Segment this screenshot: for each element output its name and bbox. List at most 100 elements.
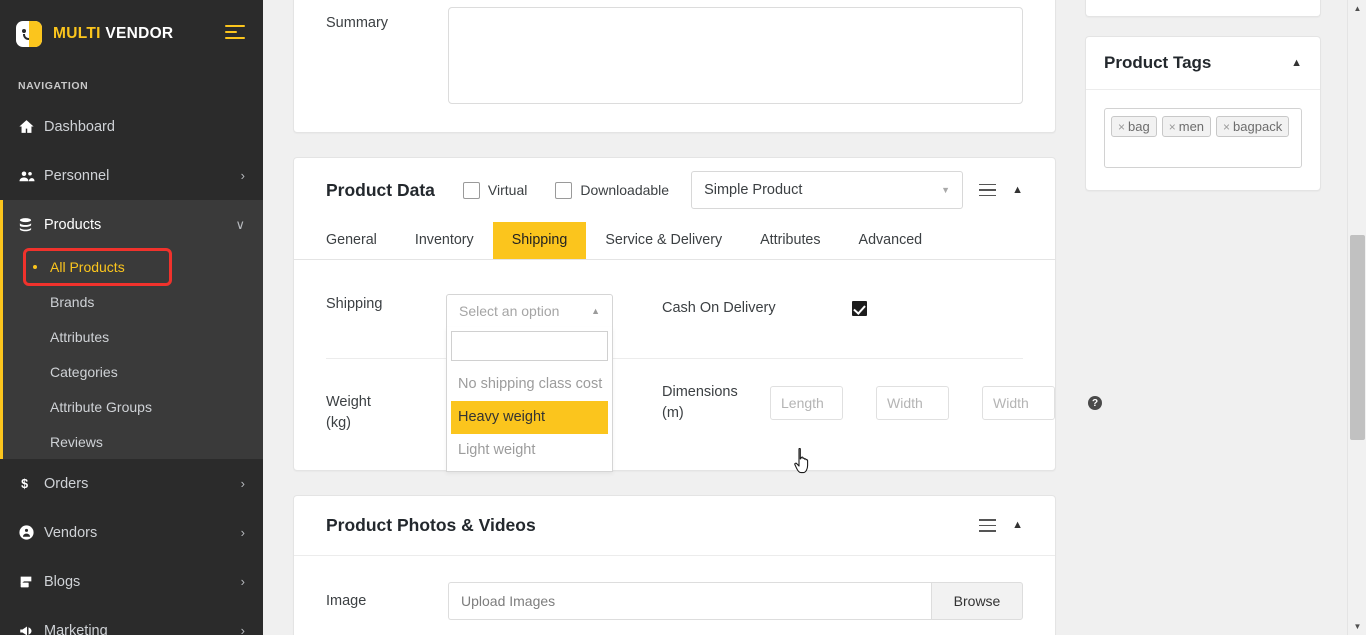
shipping-option-light-weight[interactable]: Light weight bbox=[451, 434, 608, 467]
caret-up-icon: ▲ bbox=[591, 306, 600, 316]
product-data-tabs: General Inventory Shipping Service & Del… bbox=[294, 222, 1055, 260]
chevron-right-icon: › bbox=[241, 526, 245, 539]
downloadable-label: Downloadable bbox=[580, 182, 669, 198]
shipping-select-box[interactable]: Select an option ▲ bbox=[446, 294, 613, 328]
hamburger-icon[interactable] bbox=[225, 25, 245, 40]
sidebar-item-label: Marketing bbox=[44, 623, 241, 635]
summary-card: Summary bbox=[293, 0, 1056, 133]
chevron-down-icon: ∨ bbox=[235, 218, 245, 231]
remove-tag-icon[interactable]: × bbox=[1118, 120, 1125, 134]
caret-up-icon[interactable]: ▲ bbox=[1012, 520, 1023, 531]
summary-label: Summary bbox=[326, 7, 448, 31]
product-data-card: Product Data Virtual Downloadable Simple… bbox=[293, 157, 1056, 471]
sidebar-item-vendors[interactable]: Vendors › bbox=[0, 508, 263, 557]
product-type-select[interactable]: Simple Product ▼ bbox=[691, 171, 963, 209]
blog-icon bbox=[18, 574, 44, 590]
tab-service-delivery[interactable]: Service & Delivery bbox=[586, 222, 741, 259]
sidebar-subitem-label: Brands bbox=[50, 294, 94, 310]
scrollbar-thumb[interactable] bbox=[1350, 235, 1365, 440]
sidebar-item-categories[interactable]: Categories bbox=[3, 354, 263, 389]
products-submenu: All Products Brands Attributes Categorie… bbox=[0, 249, 263, 459]
shipping-search-input[interactable] bbox=[451, 331, 608, 361]
brand-header: MULTI VENDOR bbox=[0, 0, 263, 68]
browse-button[interactable]: Browse bbox=[931, 582, 1023, 620]
sidebar-item-dashboard[interactable]: Dashboard bbox=[0, 102, 263, 151]
tag-chip[interactable]: × bag bbox=[1111, 116, 1157, 137]
product-tags-header: Product Tags ▲ bbox=[1086, 37, 1320, 90]
chevron-right-icon: › bbox=[241, 169, 245, 182]
remove-tag-icon[interactable]: × bbox=[1223, 120, 1230, 134]
product-data-tools: ▲ bbox=[979, 184, 1023, 197]
chevron-right-icon: › bbox=[241, 477, 245, 490]
question-mark-icon[interactable]: ? bbox=[1088, 396, 1102, 410]
tag-label: bag bbox=[1128, 119, 1150, 134]
tab-shipping[interactable]: Shipping bbox=[493, 222, 587, 259]
shipping-options-list: No shipping class cost Heavy weight Ligh… bbox=[451, 368, 608, 467]
shipping-class-row: Shipping Select an option ▲ No shipping bbox=[326, 294, 662, 328]
remove-tag-icon[interactable]: × bbox=[1169, 120, 1176, 134]
sidebar-item-personnel[interactable]: Personnel › bbox=[0, 151, 263, 200]
virtual-label: Virtual bbox=[488, 182, 527, 198]
sidebar-item-label: Personnel bbox=[44, 168, 241, 184]
tab-attributes[interactable]: Attributes bbox=[741, 222, 839, 259]
database-icon bbox=[18, 216, 44, 233]
dimension-height-input[interactable] bbox=[982, 386, 1055, 420]
tag-label: men bbox=[1179, 119, 1204, 134]
tag-chip[interactable]: × men bbox=[1162, 116, 1211, 137]
sidebar-item-all-products[interactable]: All Products bbox=[3, 249, 263, 284]
product-data-title: Product Data bbox=[326, 180, 435, 201]
cash-on-delivery-checkbox[interactable] bbox=[852, 301, 867, 316]
scroll-up-arrow-icon[interactable]: ▲ bbox=[1348, 0, 1366, 17]
dimension-length-input[interactable] bbox=[770, 386, 843, 420]
caret-up-icon[interactable]: ▲ bbox=[1291, 58, 1302, 69]
vertical-scrollbar[interactable]: ▲ ▼ bbox=[1347, 0, 1366, 635]
shipping-option-heavy-weight[interactable]: Heavy weight bbox=[451, 401, 608, 434]
brand-name-part1: MULTI bbox=[53, 25, 101, 42]
shipping-option-no-cost[interactable]: No shipping class cost bbox=[451, 368, 608, 401]
tab-inventory[interactable]: Inventory bbox=[396, 222, 493, 259]
upload-images-input[interactable] bbox=[448, 582, 931, 620]
downloadable-checkbox-wrap[interactable]: Downloadable bbox=[555, 182, 669, 199]
sidebar-item-blogs[interactable]: Blogs › bbox=[0, 557, 263, 606]
drag-handle-icon[interactable] bbox=[979, 519, 996, 532]
shipping-class-select[interactable]: Select an option ▲ No shipping class cos… bbox=[446, 294, 613, 328]
chevron-right-icon: › bbox=[241, 624, 245, 635]
weight-label-text: Weight bbox=[326, 392, 446, 413]
sidebar-item-reviews[interactable]: Reviews bbox=[3, 424, 263, 459]
sidebar-item-brands[interactable]: Brands bbox=[3, 284, 263, 319]
home-icon bbox=[18, 118, 44, 135]
upload-images-group: Browse bbox=[448, 582, 1023, 620]
brand-name-part2: VENDOR bbox=[105, 25, 173, 42]
svg-text:$: $ bbox=[21, 477, 28, 491]
tab-general[interactable]: General bbox=[307, 222, 396, 259]
sidebar-item-label: Products bbox=[44, 217, 235, 233]
sidebar-item-attributes[interactable]: Attributes bbox=[3, 319, 263, 354]
downloadable-checkbox[interactable] bbox=[555, 182, 572, 199]
virtual-checkbox[interactable] bbox=[463, 182, 480, 199]
smiley-logo-icon bbox=[16, 21, 42, 47]
sidebar-item-orders[interactable]: $ Orders › bbox=[0, 459, 263, 508]
shipping-dropdown: No shipping class cost Heavy weight Ligh… bbox=[446, 327, 613, 472]
product-photos-title: Product Photos & Videos bbox=[326, 515, 536, 536]
product-tags-input-box[interactable]: × bag × men × bagpack bbox=[1104, 108, 1302, 168]
dimensions-label: Dimensions (m) bbox=[662, 382, 770, 424]
product-data-header: Product Data Virtual Downloadable Simple… bbox=[294, 158, 1055, 222]
image-label: Image bbox=[326, 593, 448, 609]
product-tags-body: × bag × men × bagpack bbox=[1086, 90, 1320, 190]
drag-handle-icon[interactable] bbox=[979, 184, 996, 197]
dollar-icon: $ bbox=[18, 475, 44, 492]
tag-chip[interactable]: × bagpack bbox=[1216, 116, 1289, 137]
scroll-down-arrow-icon[interactable]: ▼ bbox=[1348, 618, 1366, 635]
sidebar-item-marketing[interactable]: Marketing › bbox=[0, 606, 263, 635]
dimensions-unit-text: (m) bbox=[662, 403, 770, 424]
main-content: Summary Product Data Virtual Downloadabl… bbox=[263, 0, 1347, 635]
caret-up-icon[interactable]: ▲ bbox=[1012, 185, 1023, 196]
sidebar-item-products[interactable]: Products ∨ bbox=[0, 200, 263, 249]
dimension-width-input[interactable] bbox=[876, 386, 949, 420]
virtual-checkbox-wrap[interactable]: Virtual bbox=[463, 182, 527, 199]
tab-advanced[interactable]: Advanced bbox=[840, 222, 942, 259]
shipping-label: Shipping bbox=[326, 294, 446, 315]
summary-textarea[interactable] bbox=[448, 7, 1023, 104]
sidebar-item-label: Orders bbox=[44, 476, 241, 492]
sidebar-item-attribute-groups[interactable]: Attribute Groups bbox=[3, 389, 263, 424]
